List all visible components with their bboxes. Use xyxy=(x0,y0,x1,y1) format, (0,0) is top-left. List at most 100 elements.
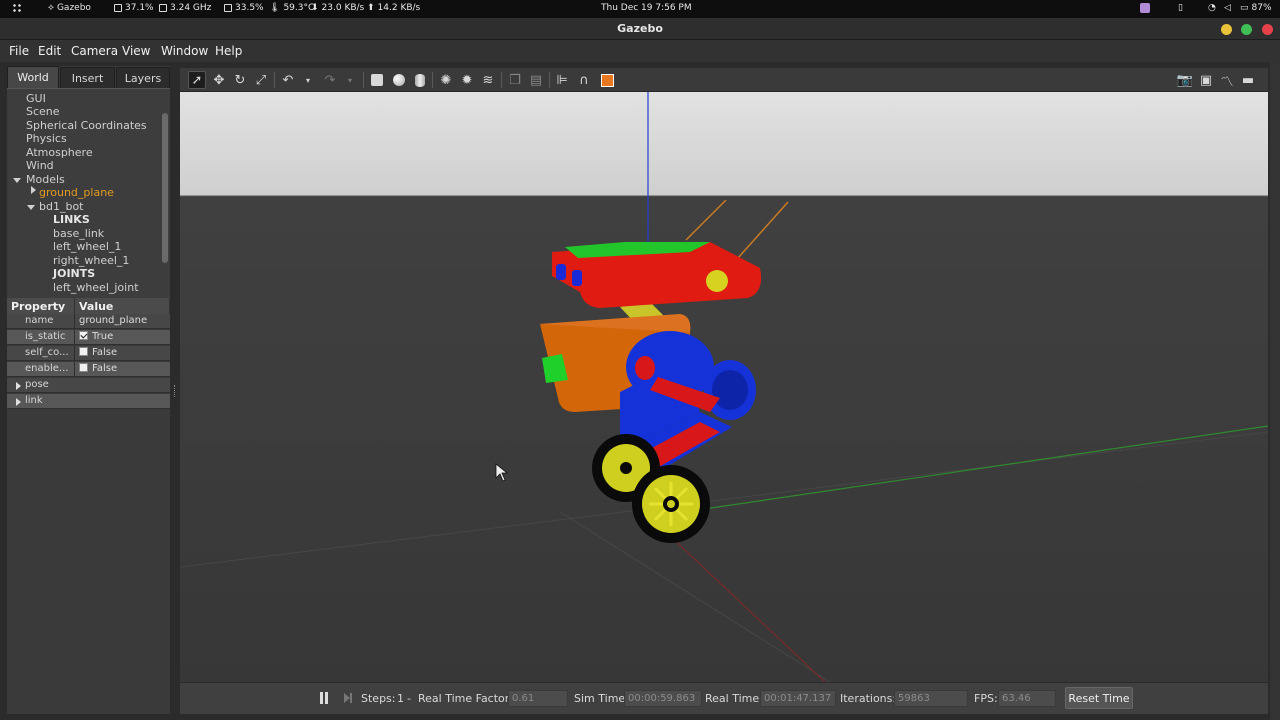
apps-grid-icon[interactable] xyxy=(12,3,22,13)
insert-cylinder-button[interactable] xyxy=(411,71,429,89)
property-row-name[interactable]: name ground_plane xyxy=(7,314,170,329)
tab-insert[interactable]: Insert xyxy=(60,67,115,88)
left-panel: World Insert Layers GUI Scene Spherical … xyxy=(7,66,170,714)
enable-wind-checkbox[interactable] xyxy=(79,363,88,372)
undo-icon: ↶ xyxy=(282,72,294,88)
clipboard-icon[interactable]: ▯ xyxy=(1178,3,1183,13)
header-property: Property xyxy=(7,298,75,314)
property-row-enable-wind[interactable]: enable... False xyxy=(7,362,170,377)
record-icon: ▣ xyxy=(1199,72,1213,88)
rtf-value: 0.61 xyxy=(508,690,568,707)
paste-button[interactable]: ▤ xyxy=(527,71,545,89)
video-record-button[interactable]: ▬ xyxy=(1239,71,1257,89)
tree-item-bd1-bot[interactable]: bd1_bot xyxy=(39,200,84,213)
tree-item-right-wheel-1[interactable]: right_wheel_1 xyxy=(53,254,129,267)
extension-icon[interactable] xyxy=(1140,3,1150,13)
tree-item-left-wheel-1[interactable]: left_wheel_1 xyxy=(53,240,121,253)
is-static-checkbox[interactable] xyxy=(79,331,88,340)
tree-item-ground-plane[interactable]: ground_plane xyxy=(39,186,114,199)
scale-mode-button[interactable]: ⤢ xyxy=(252,71,270,89)
select-mode-button[interactable]: ➚ xyxy=(188,71,206,89)
tree-item-base-link[interactable]: base_link xyxy=(53,227,104,240)
tab-layers[interactable]: Layers xyxy=(116,67,170,88)
panel-splitter-handle[interactable] xyxy=(174,385,176,397)
insert-box-button[interactable] xyxy=(368,71,386,89)
undo-history-button[interactable]: ▾ xyxy=(299,71,317,89)
fps-label: FPS: xyxy=(974,692,998,705)
self-collide-checkbox[interactable] xyxy=(79,347,88,356)
active-app-indicator[interactable]: ⟡ Gazebo xyxy=(48,3,91,13)
snap-button[interactable]: ∩ xyxy=(575,71,593,89)
memory-indicator: 33.5% xyxy=(224,3,264,13)
steps-spinner-icon[interactable]: - xyxy=(407,692,411,705)
expand-link-icon[interactable] xyxy=(16,398,21,406)
directional-light-button[interactable]: ≋ xyxy=(479,71,497,89)
copy-button[interactable]: ❐ xyxy=(506,71,524,89)
property-row-is-static[interactable]: is_static True xyxy=(7,330,170,345)
frequency-icon xyxy=(159,4,167,12)
menu-file[interactable]: File xyxy=(9,44,29,58)
property-row-self-collide[interactable]: self_co... False xyxy=(7,346,170,361)
expand-pose-icon[interactable] xyxy=(16,382,21,390)
steps-value[interactable]: 1 xyxy=(397,692,404,705)
directional-light-icon: ≋ xyxy=(482,72,494,88)
iterations-label: Iterations: xyxy=(840,692,897,705)
screenshot-button[interactable]: 📷 xyxy=(1176,71,1194,89)
battery-icon: ▭ xyxy=(1240,3,1249,13)
dropdown-arrow-icon: ▾ xyxy=(347,75,352,85)
step-icon[interactable] xyxy=(344,693,352,703)
property-value: False xyxy=(92,363,118,374)
align-button[interactable]: ⊫ xyxy=(553,71,571,89)
volume-icon[interactable]: ◁ xyxy=(1224,3,1231,13)
log-button[interactable]: ▣ xyxy=(1197,71,1215,89)
tree-item-left-wheel-joint[interactable]: left_wheel_joint xyxy=(53,281,139,294)
property-row-pose[interactable]: pose xyxy=(7,378,170,393)
tree-item-spherical-coordinates[interactable]: Spherical Coordinates xyxy=(26,119,147,132)
tree-scrollbar[interactable] xyxy=(162,113,168,263)
clock[interactable]: Thu Dec 19 7:56 PM xyxy=(601,3,692,13)
tree-item-scene[interactable]: Scene xyxy=(26,105,60,118)
battery-indicator[interactable]: ▭ 87% xyxy=(1240,3,1272,13)
window-title: Gazebo xyxy=(617,22,663,35)
tree-item-gui[interactable]: GUI xyxy=(26,92,46,105)
tree-item-models[interactable]: Models xyxy=(26,173,65,186)
close-button[interactable] xyxy=(1262,24,1273,35)
freq-indicator: 3.24 GHz xyxy=(159,3,211,13)
3d-viewport[interactable] xyxy=(180,92,1268,682)
tree-item-physics[interactable]: Physics xyxy=(26,132,67,145)
download-icon: ⬇ xyxy=(311,3,319,13)
point-light-button[interactable]: ✺ xyxy=(437,71,455,89)
pause-icon[interactable] xyxy=(319,692,329,704)
translate-mode-button[interactable]: ✥ xyxy=(210,71,228,89)
tree-item-wind[interactable]: Wind xyxy=(26,159,54,172)
reset-time-button[interactable]: Reset Time xyxy=(1065,687,1133,709)
panel-tabs: World Insert Layers xyxy=(7,66,170,88)
menu-view[interactable]: View xyxy=(122,44,150,58)
wifi-icon[interactable]: ◔ xyxy=(1208,3,1216,13)
expand-bd1-bot-icon[interactable] xyxy=(27,205,35,210)
align-icon: ⊫ xyxy=(556,72,568,88)
menu-edit[interactable]: Edit xyxy=(38,44,61,58)
redo-history-button[interactable]: ▾ xyxy=(341,71,359,89)
tab-world[interactable]: World xyxy=(7,66,59,88)
redo-button[interactable]: ↷ xyxy=(321,71,339,89)
menu-help[interactable]: Help xyxy=(215,44,242,58)
undo-button[interactable]: ↶ xyxy=(279,71,297,89)
world-tree: GUI Scene Spherical Coordinates Physics … xyxy=(7,88,170,298)
cpu-indicator: 37.1% xyxy=(114,3,154,13)
expand-ground-plane-icon[interactable] xyxy=(31,186,36,194)
menu-camera[interactable]: Camera xyxy=(71,44,118,58)
menu-window[interactable]: Window xyxy=(161,44,208,58)
rotate-mode-button[interactable]: ↻ xyxy=(231,71,249,89)
change-view-button[interactable] xyxy=(598,71,616,89)
insert-sphere-button[interactable] xyxy=(390,71,408,89)
plot-button[interactable]: 〽 xyxy=(1218,71,1236,90)
tree-item-atmosphere[interactable]: Atmosphere xyxy=(26,146,93,159)
maximize-button[interactable] xyxy=(1241,24,1252,35)
spot-light-button[interactable]: ✹ xyxy=(458,71,476,89)
expand-models-icon[interactable] xyxy=(13,178,21,183)
minimize-button[interactable] xyxy=(1221,24,1232,35)
property-row-link[interactable]: link xyxy=(7,394,170,409)
property-key: is_static xyxy=(25,331,66,342)
fps-value: 63.46 xyxy=(998,690,1056,707)
